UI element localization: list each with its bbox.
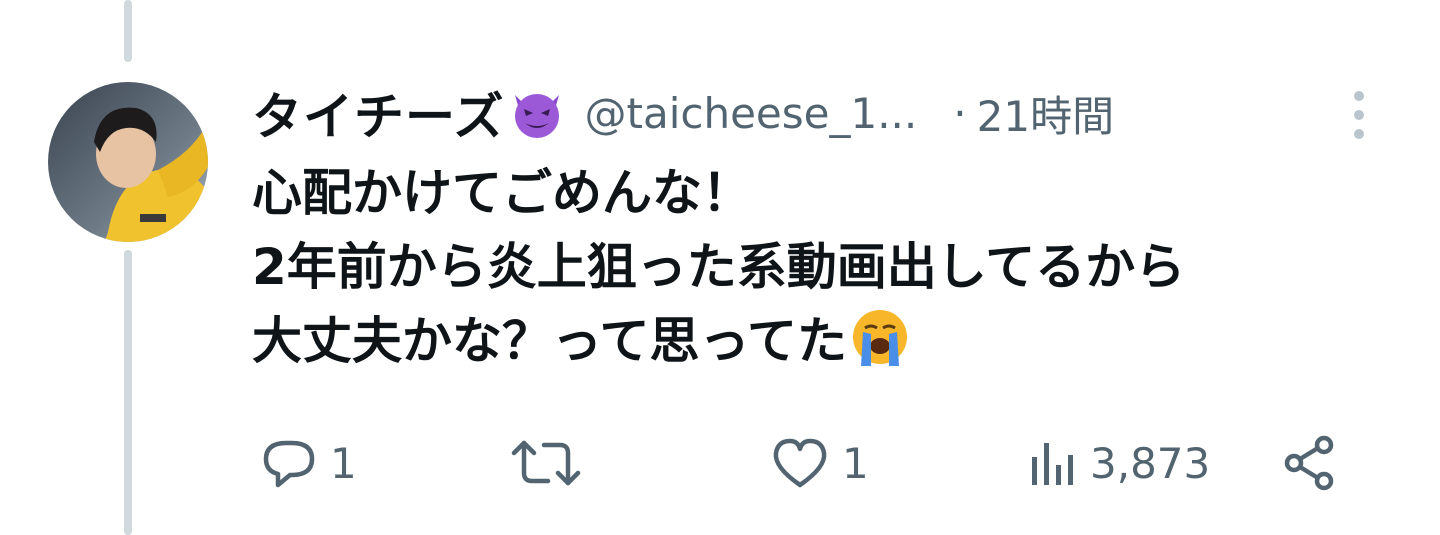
loudly-crying-face-icon [849, 306, 911, 368]
timestamp[interactable]: 21時間 [977, 83, 1114, 144]
heart-icon [773, 438, 827, 488]
views-count: 3,873 [1090, 438, 1211, 488]
display-name[interactable]: タイチーズ [252, 77, 505, 149]
tweet-text-line: 大丈夫かな？って思ってた [252, 312, 847, 370]
avatar[interactable] [48, 82, 208, 242]
like-count: 1 [842, 438, 869, 488]
time-separator: · [953, 88, 967, 138]
reply-icon [263, 440, 315, 488]
tweet-text-line-last: 大丈夫かな？って思ってた [252, 304, 1402, 378]
tweet-actions: 1 1 3,873 [0, 428, 1440, 498]
tweet-text-line: 2年前から炎上狙った系動画出してるから [252, 238, 1186, 296]
tweet-header: タイチーズ @taicheese_1... · 21時間 [252, 78, 1114, 148]
tweet-text: 心配かけてごめんな！ 2年前から炎上狙った系動画出してるから 大丈夫かな？って思… [252, 156, 1402, 378]
views-button[interactable]: 3,873 [1028, 428, 1210, 498]
thread-line-top [124, 0, 132, 62]
smiling-imp-icon [507, 83, 567, 143]
reply-count: 1 [330, 438, 357, 488]
like-button[interactable]: 1 [768, 428, 869, 498]
retweet-button[interactable] [508, 428, 594, 498]
share-icon [1284, 435, 1334, 491]
more-options-button[interactable] [1344, 86, 1374, 144]
reply-button[interactable]: 1 [256, 428, 357, 498]
retweet-icon [511, 440, 581, 486]
user-handle[interactable]: @taicheese_1... [585, 89, 918, 138]
more-vertical-icon [1354, 91, 1364, 139]
bar-chart-icon [1032, 443, 1073, 485]
share-button[interactable] [1280, 428, 1340, 498]
tweet-text-line: 心配かけてごめんな！ [252, 164, 752, 222]
